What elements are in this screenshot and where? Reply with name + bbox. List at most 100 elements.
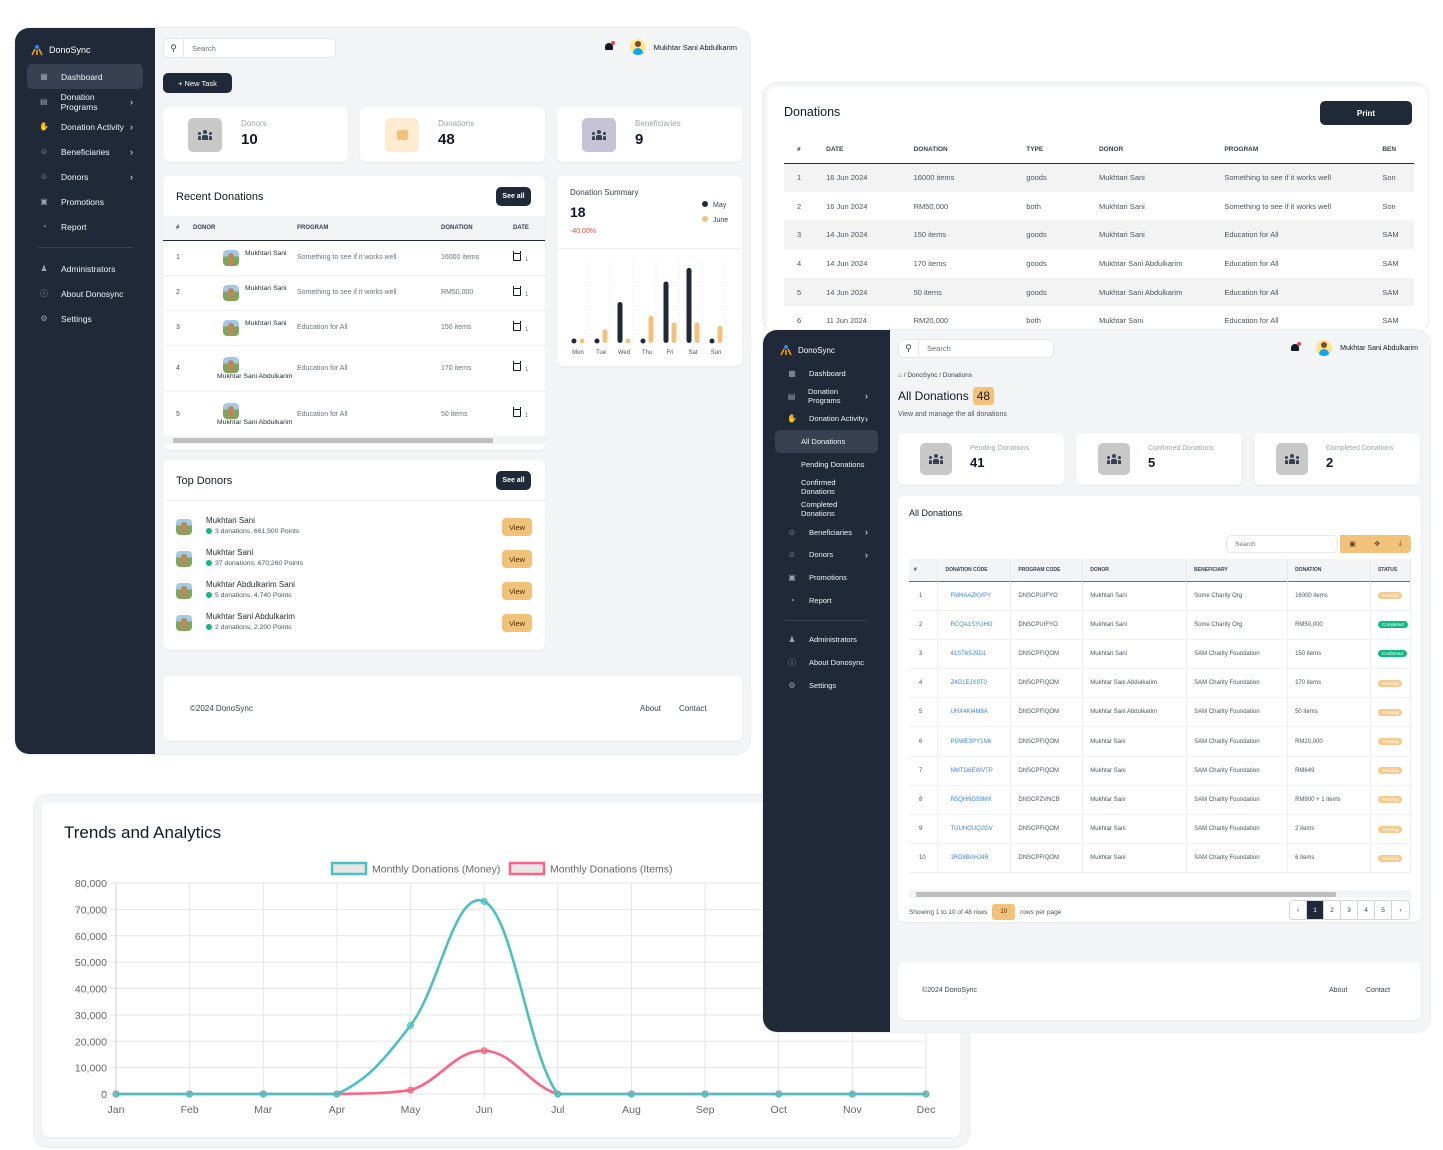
donation-code-link[interactable]: 1RD8BAHJ4R (950, 855, 988, 861)
footer-contact-link[interactable]: Contact (679, 704, 707, 713)
sidebar-item-report[interactable]: ◔ Report (27, 214, 143, 239)
notification-bell-icon[interactable] (1290, 342, 1302, 353)
table-row[interactable]: 3 14 Jun 2024 150 items goods Mukhtari Sani E… (784, 220, 1414, 250)
sidebar-item-promotions[interactable]: ▣ Promotions (27, 189, 143, 214)
recent-donations-title: Recent Donations (176, 191, 264, 203)
columns-toggle-icon[interactable]: ▣ (1349, 540, 1356, 548)
sidebar-item-beneficiaries[interactable]: ☺ Beneficiaries › (775, 521, 878, 544)
page-button-4[interactable]: 4 (1358, 901, 1375, 919)
donation-code-link[interactable]: TUUHGUQ2GV (950, 826, 992, 832)
sidebar-item-dashboard[interactable]: ▦ Dashboard (775, 362, 878, 385)
sidebar-item-donation-programs[interactable]: ▤ Donation Programs › (775, 385, 878, 408)
table-row[interactable]: 2 Mukhtari Sani Something to see if it wor… (163, 275, 545, 310)
prev-page-button[interactable]: ‹ (1290, 901, 1307, 919)
print-button[interactable]: Print (1320, 101, 1412, 125)
table-row[interactable]: 5 14 Jun 2024 50 items goods Mukhtar Sani Ab… (784, 277, 1414, 307)
user-menu[interactable]: Mukhtar Sani Abdulkarim (604, 39, 737, 55)
donation-code-link[interactable]: PGWE3PY1N6 (950, 739, 991, 745)
sidebar-item-dashboard[interactable]: ▦ Dashboard (27, 64, 143, 89)
sidebar-item-donation-programs[interactable]: ▤ Donation Programs › (27, 89, 143, 114)
table-row[interactable]: 4 Z4G1EJX9T0 DNSCPFIQOM Mukhtar Sani Abdulk… (909, 668, 1411, 698)
user-menu-2[interactable]: Mukhtar Sani Abdulkarim (1290, 340, 1418, 356)
table-row[interactable]: 2 16 Jun 2024 RM50,000 both Mukhtari Sani Som… (784, 191, 1414, 221)
table-row[interactable]: 6 PGWE3PY1N6 DNSCPFIQOM Mukhtar Sani SAM Cha… (909, 726, 1411, 757)
footer-about-link[interactable]: About (1329, 987, 1347, 994)
download-icon[interactable]: ⤓ (1399, 540, 1402, 548)
table-row[interactable]: 7 NMTG6EWVTP DNSCPFIQOM Mukhtar Sani SAM Cha… (909, 756, 1411, 786)
sidebar-item-promotions[interactable]: ▣ Promotions (775, 566, 878, 589)
footer-about-link[interactable]: About (640, 704, 661, 713)
donation-code-link[interactable]: UHX4KI4M8A (950, 709, 987, 715)
sidebar-item-administrators[interactable]: ♟ Administrators (775, 629, 878, 652)
sidebar-item-label: Beneficiaries (61, 146, 110, 157)
sidebar-item-donation-activity[interactable]: ✋ Donation Activity › (27, 114, 143, 139)
sidebar-item-donors[interactable]: ☺ Donors › (27, 164, 143, 189)
table-row[interactable]: 3 Mukhtari Sani Education for All 150 items… (163, 310, 545, 345)
rows-per-page-select[interactable]: 10 (992, 904, 1016, 920)
table-row[interactable]: 3 41ST6SJ9D1 DNSCPFIQOM Mukhtari Sani SAM Ch… (909, 639, 1411, 669)
print-title: Donations (784, 105, 841, 119)
table-row[interactable]: 8 R5QHNG59MX DNSCPZVNCB Mukhtar Sani SAM Cha… (909, 785, 1411, 815)
table-row[interactable]: 5 UHX4KI4M8A DNSCPFIQOM Mukhtar Sani Abdulk… (909, 697, 1411, 727)
table-row[interactable]: 1 16 Jun 2024 16000 items goods Mukhtari San… (784, 163, 1414, 192)
sidebar-item-donors[interactable]: ☺ Donors › (775, 544, 878, 567)
scrollbar-thumb[interactable] (173, 438, 493, 443)
table-row[interactable]: 1 FMHAAZKVPY DNSCPUIFYO Mukhtari Sani Some C… (909, 581, 1411, 611)
table-row[interactable]: 2 RCQA1SYUHO DNSCPUIFYO Mukhtari Sani Some C… (909, 610, 1411, 640)
recent-table-scrollbar[interactable] (163, 436, 545, 444)
donation-code-link[interactable]: RCQA1SYUHO (950, 622, 992, 628)
page-button-1[interactable]: 1 (1307, 901, 1324, 919)
top-donors-see-all-button[interactable]: See all (496, 471, 531, 490)
sidebar-subitem-completed-donations[interactable]: Completed Donations (775, 498, 878, 521)
sidebar-item-about-donosync[interactable]: ⓘ About Donosync (27, 281, 143, 306)
breadcrumb-donosync[interactable]: DonoSync (907, 372, 937, 379)
bar-wed (625, 338, 631, 344)
bar-tue (594, 338, 600, 344)
sidebar-item-donation-activity[interactable]: ✋ Donation Activity › (775, 407, 878, 430)
sidebar-subitem-pending-donations[interactable]: Pending Donations (775, 453, 878, 476)
page-button-2[interactable]: 2 (1324, 901, 1341, 919)
sidebar-subitem-confirmed-donations[interactable]: Confirmed Donations (775, 475, 878, 498)
dashboard-window: DonoSync ▦ Dashboard ▤ Donation Programs › ✋ D… (15, 28, 750, 754)
sidebar-item-report[interactable]: ◔ Report (775, 589, 878, 612)
donation-code-link[interactable]: R5QHNG59MX (950, 797, 991, 803)
recent-see-all-button[interactable]: See all (496, 187, 531, 206)
chevron-right-icon: › (865, 391, 868, 402)
breadcrumb-donations: Donations (942, 372, 973, 379)
table-row[interactable]: 4 14 Jun 2024 170 items goods Mukhtar Sani A… (784, 249, 1414, 278)
table-row[interactable]: 10 1RD8BAHJ4R DNSCPFIQOM Mukhtar Sani SAM Ch… (909, 843, 1411, 873)
search-input[interactable]: ⚲ Search (163, 38, 336, 58)
table-row[interactable]: 4 Mukhtar Sani Abdulkarim Education for Al… (163, 345, 545, 391)
sidebar-item-about-donosync[interactable]: ⓘ About Donosync (775, 651, 878, 674)
view-donor-button[interactable]: View (502, 582, 532, 600)
donosync-logo-icon (780, 344, 792, 356)
table-search-input[interactable]: Search (1226, 535, 1338, 553)
footer-contact-link[interactable]: Contact (1366, 987, 1390, 994)
home-icon[interactable]: ⌂ (898, 372, 902, 379)
sidebar-subitem-all-donations[interactable]: All Donations (775, 430, 878, 453)
table-row[interactable]: 1 Mukhtari Sani Something to see if it wor… (163, 240, 545, 275)
table-row[interactable]: 9 TUUHGUQ2GV DNSCPFIQOM Mukhtar Sani SAM Cha… (909, 814, 1411, 844)
fullscreen-icon[interactable]: ✥ (1374, 540, 1380, 548)
new-task-button[interactable]: + New Task (163, 73, 232, 93)
view-donor-button[interactable]: View (502, 550, 532, 568)
sidebar-item-administrators[interactable]: ♟ Administrators (27, 256, 143, 281)
view-donor-button[interactable]: View (502, 518, 532, 536)
page-button-5[interactable]: 5 (1375, 901, 1392, 919)
all-donations-scrollbar[interactable] (909, 890, 1411, 898)
page-button-3[interactable]: 3 (1341, 901, 1358, 919)
next-page-button[interactable]: › (1392, 901, 1409, 919)
donation-code-link[interactable]: Z4G1EJX9T0 (950, 680, 986, 686)
sidebar-item-settings[interactable]: ⚙ Settings (775, 674, 878, 697)
scrollbar-thumb[interactable] (916, 892, 1336, 897)
search-input-2[interactable]: ⚲ Search (898, 339, 1054, 358)
sidebar-item-settings[interactable]: ⚙ Settings (27, 306, 143, 331)
donation-code-link[interactable]: NMTG6EWVTP (950, 768, 992, 774)
sidebar-item-beneficiaries[interactable]: ☺ Beneficiaries › (27, 139, 143, 164)
table-row[interactable]: 5 Mukhtar Sani Abdulkarim Education for Al… (163, 391, 545, 437)
view-donor-button[interactable]: View (502, 614, 532, 632)
column-header: # (797, 146, 801, 154)
notification-bell-icon[interactable] (604, 41, 615, 52)
donation-code-link[interactable]: FMHAAZKVPY (950, 593, 991, 599)
donation-code-link[interactable]: 41ST6SJ9D1 (950, 651, 986, 657)
